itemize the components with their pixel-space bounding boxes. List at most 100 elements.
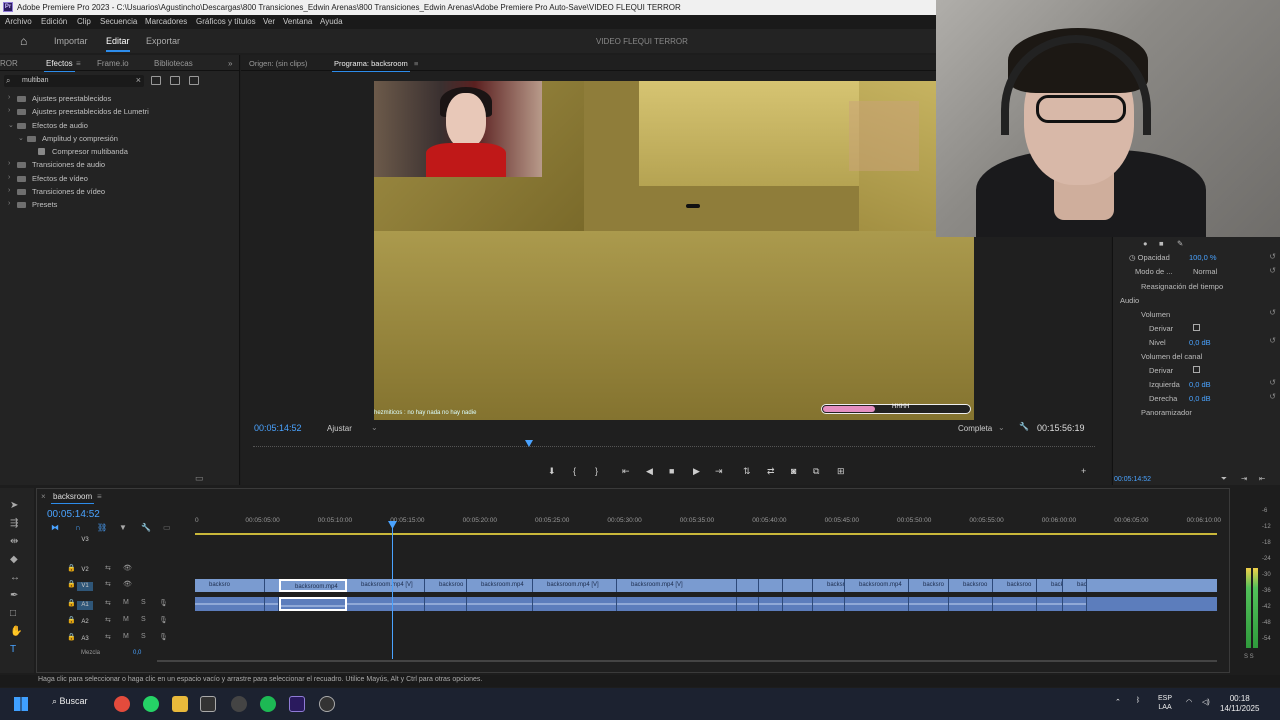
hand-tool-icon[interactable]: ✋	[10, 626, 22, 637]
audio-clip[interactable]	[1037, 597, 1063, 611]
selection-tool-icon[interactable]: ➤	[10, 500, 18, 511]
work-area-bar[interactable]	[195, 533, 1217, 535]
stop-icon[interactable]: ■	[669, 466, 674, 476]
new-bin-icon[interactable]: ▭	[195, 473, 204, 484]
menu-secuencia[interactable]: Secuencia	[100, 17, 137, 26]
effects-tree-item[interactable]: › Ajustes preestablecidos	[0, 93, 238, 106]
clear-search-icon[interactable]: ×	[136, 75, 141, 85]
fit-dropdown[interactable]: Ajustar	[327, 424, 352, 433]
audio-clip[interactable]	[737, 597, 759, 611]
nest-icon[interactable]: ⧓	[51, 523, 59, 532]
snap-icon[interactable]: ∩	[75, 523, 81, 532]
type-tool-icon[interactable]: T	[10, 644, 16, 655]
audio-clip[interactable]	[1063, 597, 1087, 611]
effects-tree-item[interactable]: › Efectos de vídeo	[0, 173, 238, 186]
chrome-icon[interactable]	[114, 696, 130, 712]
go-to-in-icon[interactable]: ⇤	[622, 466, 630, 477]
video-clip[interactable]: backsro	[1063, 579, 1087, 592]
audio-clip[interactable]	[195, 597, 265, 611]
add-button-icon[interactable]: +	[1081, 466, 1086, 476]
timeline-timecode[interactable]: 00:05:14:52	[47, 509, 100, 520]
lift-icon[interactable]: ⇅	[743, 466, 751, 477]
video-clip[interactable]: backsroo	[949, 579, 993, 592]
play-icon[interactable]: ▶	[693, 466, 700, 477]
mic-icon-a3[interactable]: 🎙	[159, 633, 168, 641]
taskbar-search[interactable]: ⌕ Buscar	[52, 696, 88, 707]
windows-start-icon[interactable]	[14, 697, 28, 711]
chevron-right-icon[interactable]: ›	[8, 200, 10, 207]
menu-ventana[interactable]: Ventana	[283, 17, 312, 26]
rectangle-tool-icon[interactable]: □	[10, 608, 16, 619]
program-video-frame[interactable]: hezmiticos : no hay nada no hay nadie HH…	[374, 81, 974, 420]
video-clip[interactable]: backsroom.mp4	[845, 579, 909, 592]
effects-tree-item[interactable]: ⌄ Efectos de audio	[0, 120, 238, 133]
pen-icon[interactable]: ✎	[1177, 239, 1183, 248]
mix-value[interactable]: 0,0	[133, 650, 141, 656]
program-menu-icon[interactable]: ≡	[414, 59, 418, 68]
v1-clip-track[interactable]: backsro backsroom.mp4 backsroom.mp4 [V] bac…	[195, 579, 1217, 592]
workspace-edit[interactable]: Editar	[106, 36, 130, 52]
sync-lock-icon[interactable]: ⇆	[105, 564, 111, 572]
bypass2-checkbox[interactable]	[1193, 366, 1200, 373]
captions-icon[interactable]: ▭	[163, 523, 171, 532]
extract-icon[interactable]: ⇄	[767, 466, 775, 477]
chevron-right-icon[interactable]: ›	[8, 94, 10, 101]
program-time-ruler[interactable]	[253, 446, 1095, 456]
chevron-right-icon[interactable]: ›	[8, 160, 10, 167]
mic-icon-a2[interactable]: 🎙	[159, 616, 168, 624]
mark-in-icon[interactable]: {	[573, 466, 576, 476]
effects-tree-item[interactable]: Compresor multibanda	[0, 146, 238, 159]
audio-clip[interactable]	[467, 597, 533, 611]
video-clip[interactable]: backsro	[195, 579, 265, 592]
mask-ellipse-icon[interactable]: ●	[1143, 239, 1148, 248]
panner-label[interactable]: Panoramizador	[1141, 408, 1192, 417]
menu-marcadores[interactable]: Marcadores	[145, 17, 187, 26]
tab-frameio[interactable]: Frame.io	[97, 59, 129, 68]
chevron-down-icon[interactable]: ⌄	[371, 423, 378, 432]
volume-icon[interactable]: ◁)	[1202, 698, 1210, 707]
audio-clip[interactable]	[783, 597, 813, 611]
video-clip[interactable]	[265, 579, 280, 592]
workspace-import[interactable]: Importar	[54, 36, 88, 46]
menu-graficos[interactable]: Gráficos y títulos	[196, 17, 256, 26]
close-tab-icon[interactable]: ×	[41, 492, 46, 501]
tab-truncated[interactable]: ROR	[0, 59, 18, 68]
premiere-taskbar-icon[interactable]	[289, 696, 305, 712]
bypass-checkbox[interactable]	[1193, 324, 1200, 331]
sequence-menu-icon[interactable]: ≡	[97, 492, 102, 501]
chevron-down-icon[interactable]: ⌄	[18, 134, 24, 142]
pen-tool-icon[interactable]: ✒	[10, 590, 18, 601]
camera-icon[interactable]: ◙	[791, 466, 796, 476]
tab-effects[interactable]: Efectos	[44, 59, 75, 72]
effects-search-input[interactable]: ⌕ multiban ×	[4, 75, 144, 87]
volume-label[interactable]: Volumen	[1141, 310, 1170, 319]
timeline-playhead[interactable]	[392, 525, 393, 659]
reset-icon[interactable]: ↺	[1269, 252, 1276, 261]
audio-clip[interactable]	[949, 597, 993, 611]
audio-clip[interactable]	[759, 597, 783, 611]
video-clip[interactable]	[737, 579, 759, 592]
menu-archivo[interactable]: Archivo	[5, 17, 32, 26]
lock-icon-a3[interactable]: 🔒	[67, 633, 76, 641]
track-v2-label[interactable]: V2	[77, 566, 93, 575]
track-select-icon[interactable]: ⇶	[10, 518, 18, 529]
capture-app-icon[interactable]	[200, 696, 216, 712]
solo-a2[interactable]: S	[141, 616, 146, 623]
timeline-settings-icon[interactable]: 🔧	[141, 523, 151, 532]
menu-ver[interactable]: Ver	[263, 17, 275, 26]
quality-dropdown[interactable]: Completa	[958, 424, 992, 433]
chevron-right-icon[interactable]: ›	[8, 107, 10, 114]
audio-clip[interactable]	[845, 597, 909, 611]
video-clip[interactable]: backsroo	[425, 579, 467, 592]
video-clip[interactable]	[759, 579, 783, 592]
track-a3-label[interactable]: A3	[77, 635, 93, 644]
eye-icon[interactable]: 👁	[123, 564, 132, 572]
effects-tree-item[interactable]: › Ajustes preestablecidos de Lumetri	[0, 106, 238, 119]
right-value[interactable]: 0,0 dB	[1189, 394, 1211, 403]
chatgpt-icon[interactable]	[231, 696, 247, 712]
timeline-ruler[interactable]: 0 00:05:05:00 00:05:10:00 00:05:15:00 00:05:…	[195, 517, 1225, 531]
add-marker-icon[interactable]: ⬇	[548, 466, 556, 477]
video-clip[interactable]: backsroom.mp4	[279, 579, 347, 592]
audio-clip[interactable]	[617, 597, 737, 611]
mute-a2[interactable]: M	[123, 616, 129, 623]
